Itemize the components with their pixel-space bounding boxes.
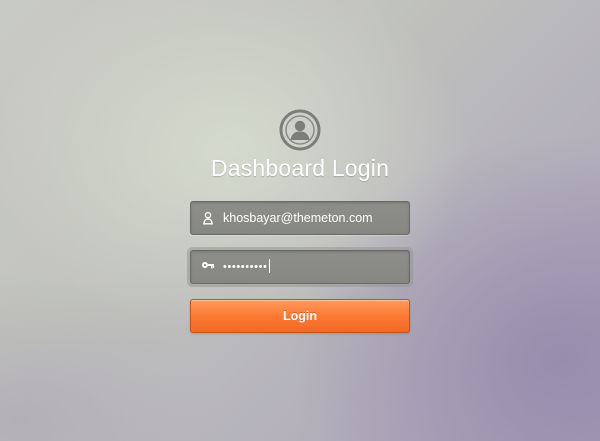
- login-button[interactable]: Login: [190, 299, 410, 333]
- user-icon: [203, 211, 213, 225]
- login-screen: Dashboard Login khosbayar@themeton.com •…: [0, 0, 600, 441]
- password-value: ••••••••••: [223, 251, 270, 283]
- email-value: khosbayar@themeton.com: [223, 211, 373, 225]
- password-field[interactable]: ••••••••••: [190, 250, 410, 284]
- key-icon: [202, 262, 215, 269]
- password-dots: ••••••••••: [223, 261, 268, 273]
- user-circle-icon: [279, 109, 321, 151]
- text-caret: [268, 259, 270, 274]
- page-title: Dashboard Login: [210, 155, 390, 181]
- email-field[interactable]: khosbayar@themeton.com: [190, 201, 410, 235]
